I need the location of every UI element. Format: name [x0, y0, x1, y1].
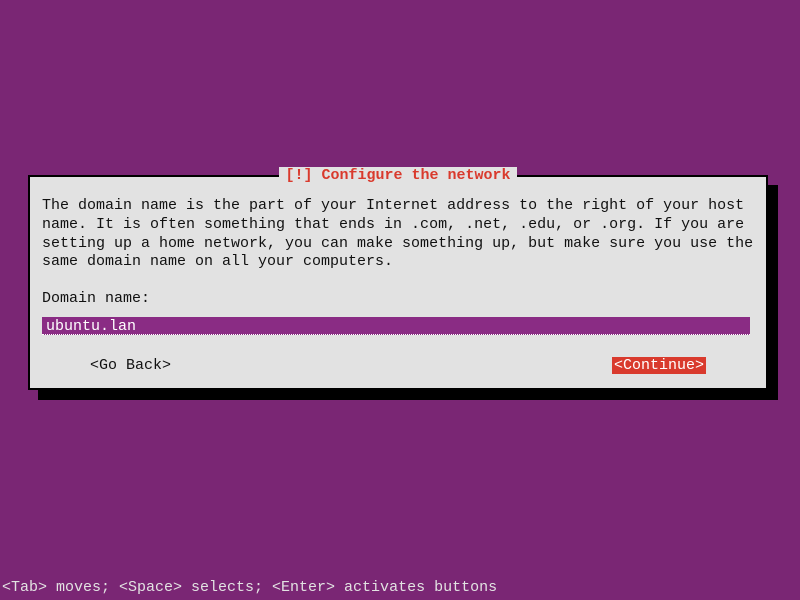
dialog-title: [!] Configure the network	[279, 167, 516, 184]
domain-description: The domain name is the part of your Inte…	[42, 197, 754, 272]
continue-button[interactable]: <Continue>	[612, 357, 706, 374]
configure-network-dialog: [!] Configure the network The domain nam…	[28, 175, 768, 390]
go-back-button[interactable]: <Go Back>	[90, 357, 171, 374]
footer-hint: <Tab> moves; <Space> selects; <Enter> ac…	[2, 579, 497, 596]
dialog-body: The domain name is the part of your Inte…	[30, 177, 766, 335]
dialog-buttons: <Go Back> <Continue>	[30, 357, 766, 374]
dialog-title-wrap: [!] Configure the network	[30, 167, 766, 184]
domain-name-label: Domain name:	[42, 290, 754, 309]
domain-name-input[interactable]: ubuntu.lan	[42, 317, 750, 335]
